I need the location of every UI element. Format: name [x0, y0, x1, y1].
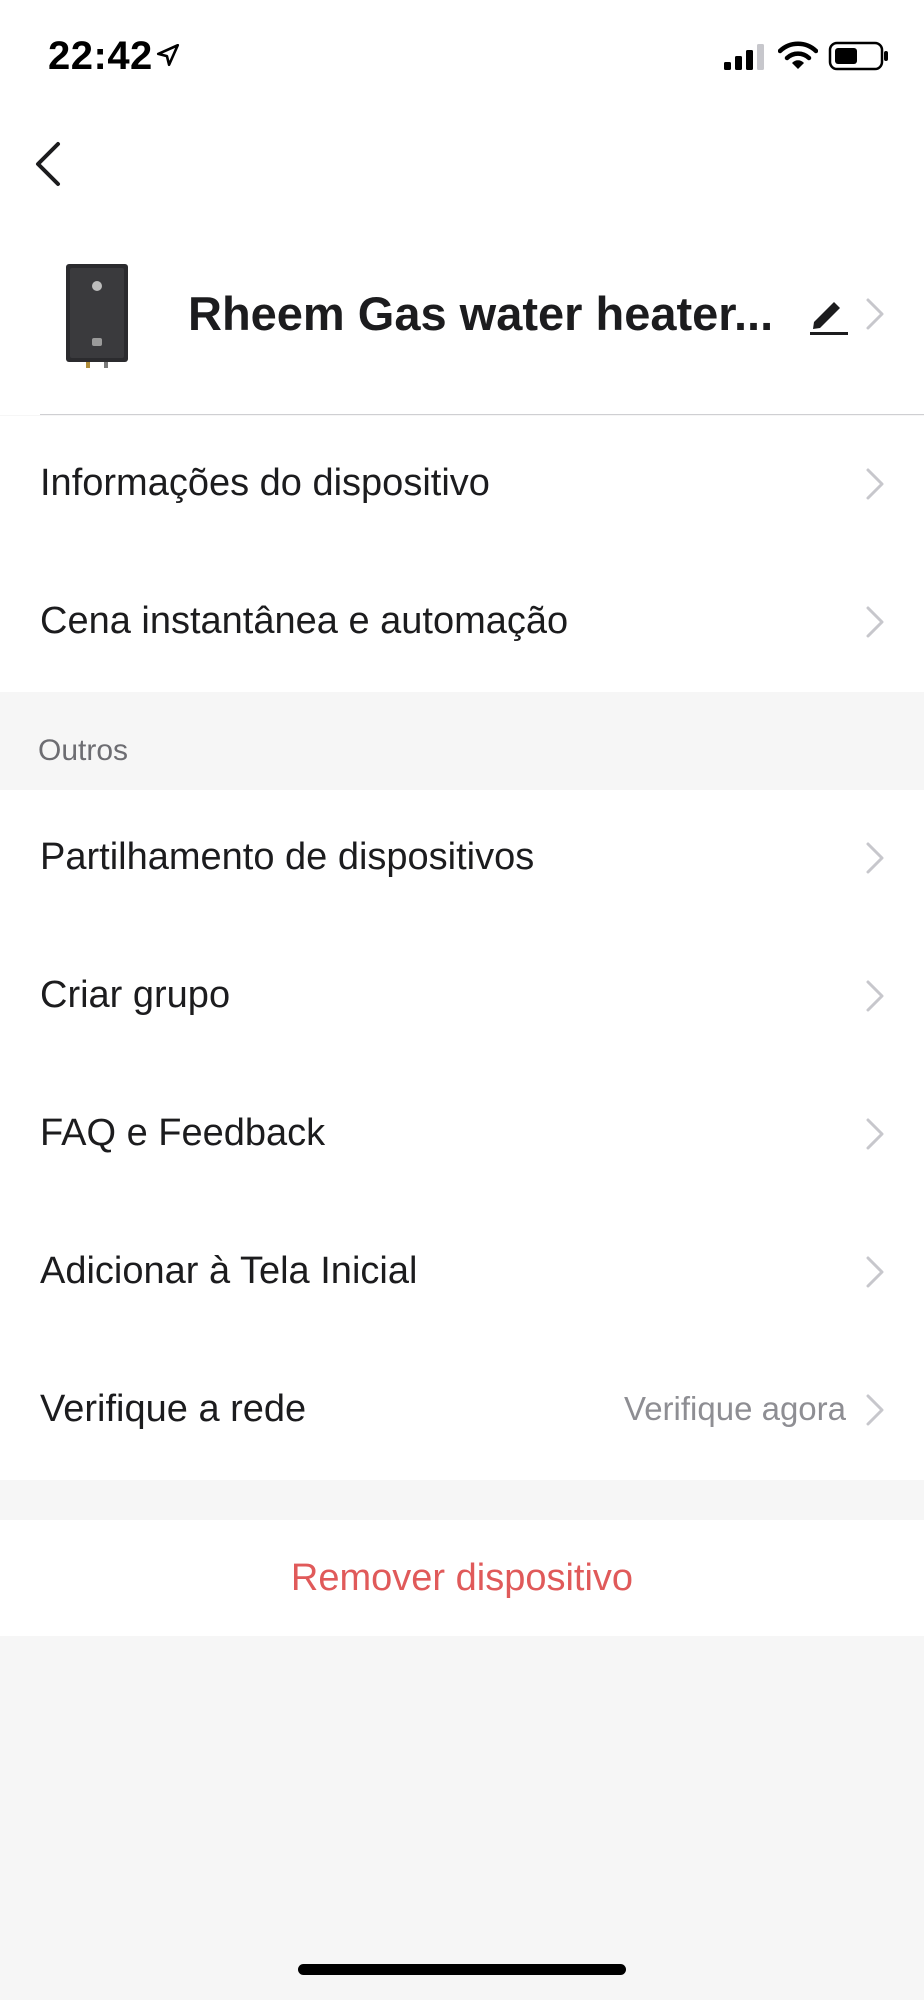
battery-icon [828, 41, 888, 71]
row-label: Verifique a rede [40, 1388, 307, 1430]
navigation-bar [0, 110, 924, 240]
divider [40, 414, 924, 415]
row-label: Informações do dispositivo [40, 462, 490, 504]
chevron-right-icon [866, 468, 884, 500]
chevron-right-icon [866, 980, 884, 1012]
device-header[interactable]: Rheem Gas water heater... [0, 240, 924, 415]
chevron-left-icon[interactable] [28, 136, 68, 192]
remove-device-button[interactable]: Remover dispositivo [0, 1520, 924, 1636]
chevron-right-icon [866, 1118, 884, 1150]
row-add-to-home[interactable]: Adicionar à Tela Inicial [0, 1204, 924, 1342]
device-name: Rheem Gas water heater... [188, 287, 774, 340]
section-header-others: Outros [0, 692, 924, 790]
row-create-group[interactable]: Criar grupo [0, 928, 924, 1066]
row-check-network[interactable]: Verifique a rede Verifique agora [0, 1342, 924, 1480]
chevron-right-icon [866, 842, 884, 874]
remove-group: Remover dispositivo [0, 1520, 924, 1636]
row-label: Partilhamento de dispositivos [40, 836, 535, 878]
status-bar: 22:42 [0, 0, 924, 110]
row-device-info[interactable]: Informações do dispositivo [0, 416, 924, 554]
chevron-right-icon [866, 1394, 884, 1426]
row-label: Adicionar à Tela Inicial [40, 1250, 418, 1292]
chevron-right-icon [866, 1256, 884, 1288]
row-device-sharing[interactable]: Partilhamento de dispositivos [0, 790, 924, 928]
section-title: Outros [38, 734, 129, 767]
water-heater-image [66, 264, 128, 368]
chevron-right-icon [866, 298, 884, 330]
pencil-icon[interactable] [806, 292, 850, 336]
row-label: Criar grupo [40, 974, 231, 1016]
row-scene-automation[interactable]: Cena instantânea e automação [0, 554, 924, 692]
status-time: 22:42 [48, 34, 153, 78]
device-settings-group: Informações do dispositivo Cena instantâ… [0, 416, 924, 692]
home-indicator[interactable] [298, 1964, 626, 1975]
row-label: Cena instantânea e automação [40, 600, 569, 642]
row-value: Verifique agora [624, 1390, 846, 1427]
row-label: FAQ e Feedback [40, 1112, 326, 1154]
chevron-right-icon [866, 606, 884, 638]
row-faq-feedback[interactable]: FAQ e Feedback [0, 1066, 924, 1204]
location-arrow-icon [156, 43, 180, 67]
others-group: Partilhamento de dispositivos Criar grup… [0, 790, 924, 1480]
wifi-icon [778, 41, 818, 69]
cellular-signal-icon [724, 44, 764, 70]
